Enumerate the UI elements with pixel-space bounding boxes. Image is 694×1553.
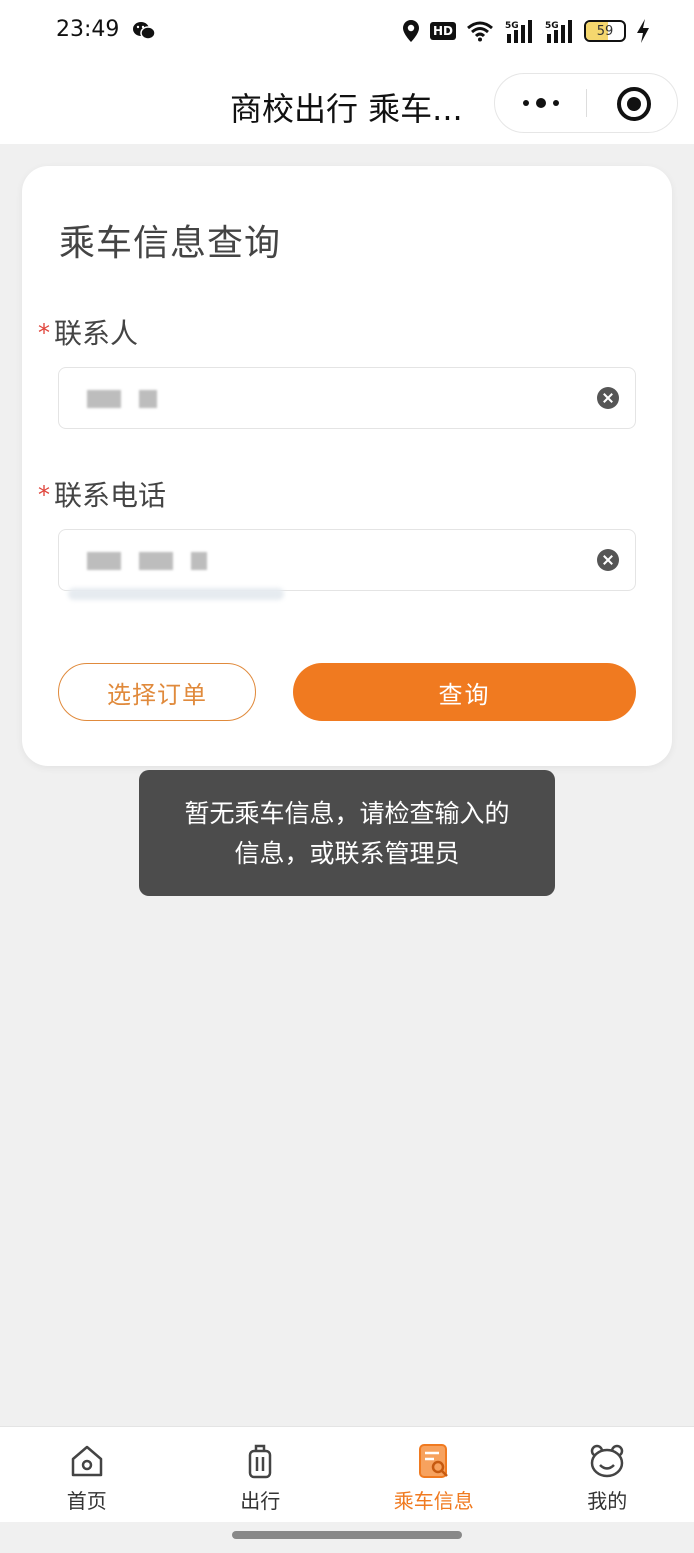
redacted-text [191, 552, 207, 570]
hd-icon: HD [429, 22, 456, 40]
tab-home[interactable]: 首页 [0, 1427, 174, 1522]
redacted-text [139, 552, 173, 570]
dot [536, 98, 546, 108]
tab-mine[interactable]: 我的 [521, 1427, 694, 1522]
status-time: 23:49 [56, 17, 120, 42]
tab-label: 首页 [66, 1489, 107, 1513]
redacted-text [139, 390, 157, 408]
wifi-icon [467, 21, 493, 42]
phone-label: * 联系电话 [38, 474, 166, 514]
phone-label-text: 联系电话 [54, 479, 167, 512]
phone-input[interactable] [58, 529, 636, 591]
ticket-search-icon [418, 1444, 448, 1478]
dot [523, 100, 529, 106]
signal-label-2: 5G [545, 21, 559, 31]
tab-label: 出行 [240, 1489, 281, 1513]
wechat-icon [133, 22, 156, 40]
battery-icon: 59 [584, 20, 626, 42]
clear-icon[interactable] [597, 549, 619, 571]
redacted-text [87, 552, 121, 570]
toast-message: 暂无乘车信息，请检查输入的信息，或联系管理员 [139, 770, 555, 896]
contact-label-text: 联系人 [54, 317, 139, 350]
status-bar: 23:49 HD 5G 5G 59 [0, 0, 694, 62]
query-button[interactable]: 查询 [293, 663, 636, 721]
signal-icon: 5G [545, 20, 572, 43]
tab-label: 乘车信息 [393, 1489, 474, 1513]
contact-input[interactable] [58, 367, 636, 429]
home-indicator[interactable] [232, 1531, 462, 1539]
signal-icon: 5G [505, 20, 532, 43]
query-card: 乘车信息查询 * 联系人 * 联系电话 选择订单 查询 [22, 166, 672, 766]
redacted-text [87, 390, 121, 408]
clear-icon[interactable] [597, 387, 619, 409]
capsule-divider [586, 89, 587, 117]
bear-face-icon [591, 1444, 624, 1478]
contact-label: * 联系人 [38, 312, 138, 352]
tab-label: 我的 [587, 1489, 628, 1513]
nav-bar: 商校出行 乘车... [0, 62, 694, 144]
miniprogram-close-icon[interactable] [617, 87, 651, 121]
charging-icon [637, 19, 649, 43]
more-dots-icon[interactable] [495, 74, 587, 132]
tab-travel[interactable]: 出行 [174, 1427, 348, 1522]
select-order-button[interactable]: 选择订单 [58, 663, 256, 721]
signal-label-1: 5G [505, 21, 519, 31]
home-icon [71, 1445, 102, 1477]
required-mark: * [38, 481, 50, 509]
tab-ride-info[interactable]: 乘车信息 [347, 1427, 521, 1522]
card-title: 乘车信息查询 [59, 223, 282, 264]
location-icon [402, 20, 419, 42]
miniprogram-capsule [494, 73, 678, 133]
status-indicators: HD 5G 5G 59 [402, 18, 650, 44]
tab-bar: 首页 出行 乘车信息 我的 [0, 1426, 694, 1522]
battery-level: 59 [596, 23, 614, 39]
autofill-hint [68, 588, 284, 600]
luggage-icon [249, 1444, 272, 1479]
required-mark: * [38, 319, 50, 347]
dot [553, 100, 559, 106]
page-title: 商校出行 乘车... [230, 90, 463, 128]
